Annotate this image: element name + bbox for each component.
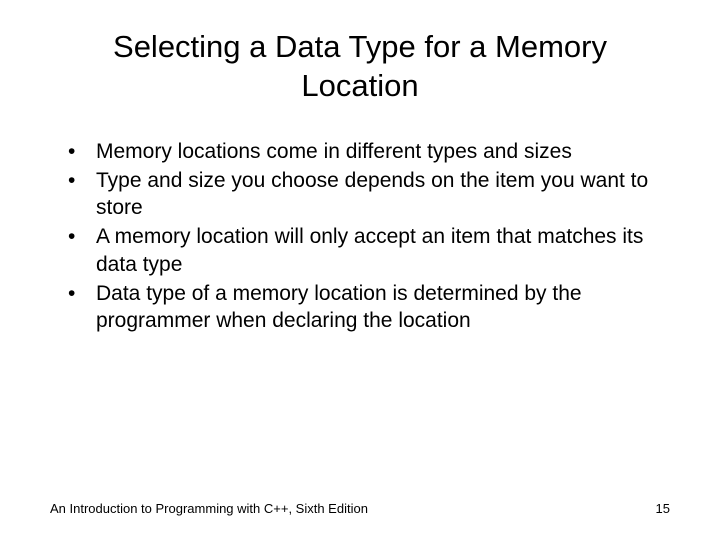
list-item: Type and size you choose depends on the …	[68, 167, 670, 222]
list-item: A memory location will only accept an it…	[68, 223, 670, 278]
list-item: Data type of a memory location is determ…	[68, 280, 670, 335]
footer-left: An Introduction to Programming with C++,…	[50, 501, 368, 516]
footer: An Introduction to Programming with C++,…	[50, 501, 670, 516]
list-item: Memory locations come in different types…	[68, 138, 670, 165]
page-title: Selecting a Data Type for a Memory Locat…	[50, 28, 670, 106]
page-number: 15	[656, 501, 670, 516]
bullet-list: Memory locations come in different types…	[50, 138, 670, 335]
